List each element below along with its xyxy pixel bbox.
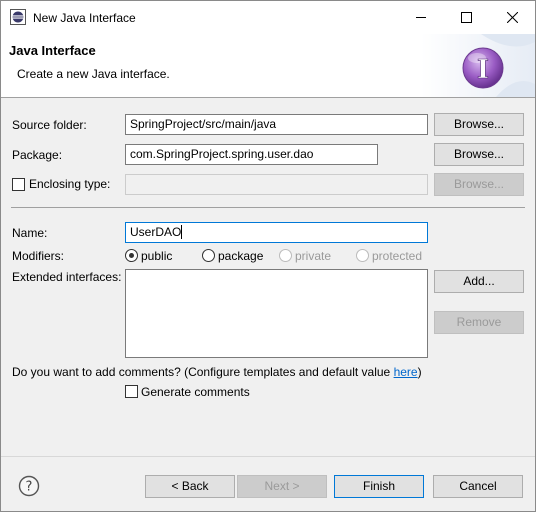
- help-icon[interactable]: ?: [18, 475, 40, 497]
- package-browse-button[interactable]: Browse...: [434, 143, 524, 166]
- modifier-protected-radio: [356, 249, 369, 262]
- dialog-window: New Java Interface Java Interface Create…: [0, 0, 536, 512]
- eclipse-app-icon: [10, 9, 26, 25]
- text-caret: [181, 225, 183, 239]
- wizard-banner: Java Interface Create a new Java interfa…: [1, 34, 535, 98]
- generate-comments-label[interactable]: Generate comments: [141, 385, 250, 399]
- modifier-public-radio[interactable]: [125, 249, 138, 262]
- comments-question-end: ): [417, 365, 422, 379]
- source-folder-label: Source folder:: [12, 118, 87, 132]
- modifier-package-label[interactable]: package: [218, 249, 263, 263]
- window-title: New Java Interface: [33, 11, 136, 25]
- next-button: Next >: [237, 475, 327, 498]
- comments-question: Do you want to add comments? (Configure …: [12, 365, 422, 379]
- finish-button[interactable]: Finish: [334, 475, 424, 498]
- close-button[interactable]: [490, 1, 535, 34]
- modifier-private-radio: [279, 249, 292, 262]
- close-icon: [507, 12, 518, 23]
- modifiers-label: Modifiers:: [12, 249, 65, 263]
- minimize-button[interactable]: [399, 1, 444, 34]
- modifier-public-label[interactable]: public: [141, 249, 172, 263]
- remove-interface-button: Remove: [434, 311, 524, 334]
- extended-interfaces-label: Extended interfaces:: [12, 270, 122, 284]
- enclosing-type-field: [125, 174, 428, 195]
- comments-question-text: Do you want to add comments? (Configure …: [12, 365, 394, 379]
- name-field-value: UserDAO: [130, 225, 182, 239]
- modifier-protected-label: protected: [372, 249, 423, 263]
- maximize-icon: [461, 12, 472, 23]
- package-field[interactable]: com.SpringProject.spring.user.dao: [125, 144, 378, 165]
- interface-wizard-icon: I: [421, 34, 535, 97]
- templates-link[interactable]: here: [394, 365, 418, 379]
- cancel-button[interactable]: Cancel: [433, 475, 523, 498]
- help-icon-glyph: ?: [26, 480, 33, 495]
- maximize-button[interactable]: [444, 1, 489, 34]
- banner-message: Create a new Java interface.: [17, 67, 170, 81]
- modifier-package-radio[interactable]: [202, 249, 215, 262]
- title-bar[interactable]: New Java Interface: [1, 1, 535, 34]
- source-folder-field[interactable]: SpringProject/src/main/java: [125, 114, 428, 135]
- package-label: Package:: [12, 148, 63, 162]
- enclosing-type-checkbox[interactable]: [12, 178, 25, 191]
- source-folder-browse-button[interactable]: Browse...: [434, 113, 524, 136]
- footer-separator: [1, 456, 535, 457]
- extended-interfaces-list[interactable]: [125, 269, 428, 358]
- banner-title: Java Interface: [9, 43, 96, 58]
- name-label: Name:: [12, 226, 48, 240]
- name-field[interactable]: UserDAO: [125, 222, 428, 243]
- form-separator: [11, 207, 525, 208]
- enclosing-type-label: Enclosing type:: [29, 177, 111, 191]
- wizard-icon-letter: I: [477, 55, 489, 85]
- back-button[interactable]: < Back: [145, 475, 235, 498]
- minimize-icon: [416, 17, 426, 18]
- modifier-private-label: private: [295, 249, 332, 263]
- add-interface-button[interactable]: Add...: [434, 270, 524, 293]
- generate-comments-checkbox[interactable]: [125, 385, 138, 398]
- enclosing-type-browse-button: Browse...: [434, 173, 524, 196]
